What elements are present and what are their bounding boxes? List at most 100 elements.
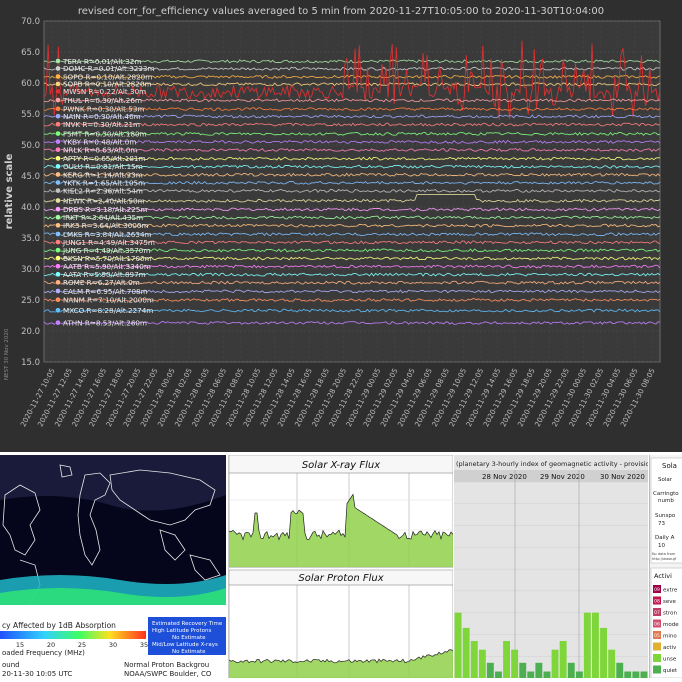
y-tick-label: 25.0 [21,296,40,306]
kp-bar [608,649,616,678]
watermark: NEST 30 Nov 2020 [4,328,10,380]
scale-tick: 35 [140,641,148,649]
kp-bar [535,662,543,678]
kp-bar [543,671,551,678]
legend-label: NANM R=7.10/Alt.2000m [63,296,154,305]
legend-marker [55,97,61,103]
kp-bar [503,641,510,678]
recovery-line-1: Estimated Recovery Time [152,621,223,627]
level-badge: 09 [654,587,660,593]
legend-label: ATHN R=8.53/Alt.260m [63,318,147,327]
d-region-absorption-map: cy Affected by 1dB Absorption 15 20 25 30 35… [0,455,226,678]
scale-tick: 15 [16,641,24,649]
level-label: activ [663,645,677,651]
kp-bar [495,671,502,678]
legend-marker [55,179,61,186]
kp-bar [583,612,591,678]
y-tick-label: 20.0 [21,327,40,337]
absorption-map-svg: cy Affected by 1dB Absorption 15 20 25 30 35… [0,455,226,678]
legend-marker [55,288,61,294]
chart-title: revised corr_for_efficiency values avera… [78,6,604,17]
footer-right-1: Normal Proton Backgrou [124,661,209,669]
legend-marker [55,255,61,261]
legend-marker [55,65,61,72]
recovery-line-3: No Estimate [172,635,206,641]
y-tick-label: 65.0 [21,48,40,58]
solar-activity-sidebar: Sola Solar Carringto numb Sunspo 73 Dail… [649,455,682,678]
carrington-label: Carringto [653,491,679,497]
level-label: stron [663,611,678,617]
level-badge: 05 [654,633,660,639]
level-badge: 08 [654,599,660,605]
legend-marker [55,73,61,80]
kp-bar [478,649,486,678]
scale-tick: 20 [47,641,55,649]
solar-label: Solar [658,477,673,483]
recovery-line-5: No Estimate [172,649,206,655]
sidebar-svg: Sola Solar Carringto numb Sunspo 73 Dail… [650,457,682,678]
legend-marker [55,279,61,286]
kp-bar [527,671,535,678]
level-swatch [653,654,661,662]
kp-bar [640,671,648,678]
level-badge: 07 [654,610,660,616]
y-tick-label: 30.0 [21,265,40,275]
legend-marker [55,307,61,314]
legend-marker [55,81,61,87]
absorption-color-scale [0,631,146,639]
level-label: extre [663,588,678,594]
footer-left-1: ound [2,661,20,669]
scale-tick: 30 [109,641,117,649]
y-axis-label: relative scale [4,153,15,229]
legend-marker [55,197,61,204]
recovery-line-2: High Latitude Protons [152,628,212,634]
legend-marker [55,247,61,253]
solar-flux-svg: Solar X-ray Flux Solar Proton Flux [228,454,454,679]
kp-bar [592,612,599,678]
legend-marker [55,296,61,303]
legend-label: NRLK R=0.63/Alt.0m [63,145,137,154]
level-swatch [653,642,661,651]
legend-marker [55,231,61,237]
y-tick-label: 70.0 [21,17,40,27]
daily-a-label: Daily A [655,535,675,541]
y-tick-label: 40.0 [21,203,40,213]
legend-label: MWSN R=0.22/Alt.30m [63,87,146,96]
kp-bar [575,671,583,678]
daily-a-value: 10 [658,543,665,549]
legend-label: INVK R=0.30/Alt.21m [63,120,140,129]
legend-label: CALM R=6.95/Alt.708m [63,287,148,296]
y-tick-label: 50.0 [21,141,40,151]
legend-label: THUL R=0.30/Alt.26m [62,96,142,105]
absorption-scale-title: cy Affected by 1dB Absorption [2,621,116,630]
legend-marker [55,263,61,270]
legend-marker [55,130,61,137]
legend-marker [55,171,61,178]
kp-index-panel: (planetary 3-hourly index of geomagnetic… [454,455,679,679]
level-label: quiet [663,668,678,674]
kp-bar [567,662,575,678]
kp-bar [511,649,519,678]
legend-marker [55,206,61,212]
kp-bar [519,662,527,678]
level-label: unse [663,657,677,663]
kp-bar [454,612,462,678]
level-label: mode [663,622,679,628]
recovery-line-4: Mid/Low Latitude X-rays [152,642,218,648]
legend-marker [55,271,61,278]
legend-marker [55,187,61,194]
legend-marker [55,121,61,128]
legend-marker [55,138,61,145]
level-label: seve [663,599,677,605]
y-tick-label: 35.0 [21,234,40,244]
level-label: mino [663,634,677,640]
legend-label: NEWK R=2.40/Alt.50m [63,196,145,205]
kp-caption: (planetary 3-hourly index of geomagnetic… [456,460,648,468]
legend-marker [55,105,61,112]
kp-bar [551,649,559,678]
kp-bar [470,641,478,678]
kp-bar [632,671,640,678]
level-swatch [653,665,661,674]
kp-bar [624,671,632,678]
kp-bar [616,662,624,678]
